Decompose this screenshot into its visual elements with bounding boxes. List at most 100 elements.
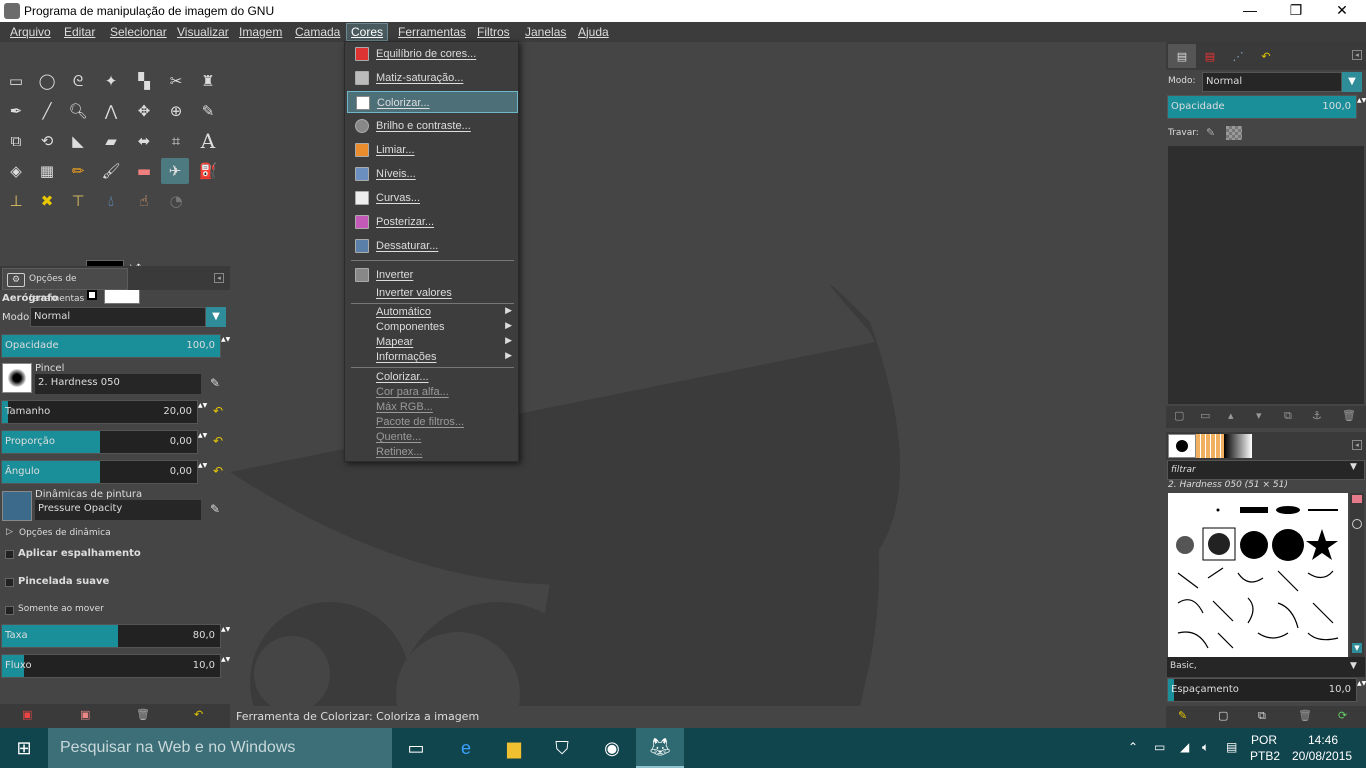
rect-select-icon[interactable]: ▭: [2, 68, 30, 94]
menu-item-brightness-contrast[interactable]: Brilho e contraste...: [347, 115, 518, 137]
angle-spin-icon[interactable]: ▲▼: [198, 460, 207, 484]
dodge-burn-icon[interactable]: ◔: [162, 188, 190, 214]
brush-preview[interactable]: [2, 363, 32, 393]
clock-time[interactable]: 14:46: [1308, 733, 1338, 747]
flow-spin-icon[interactable]: ▲▼: [221, 654, 230, 678]
tab-tool-options[interactable]: ⚙ Opções de ferramentas: [2, 268, 128, 304]
submenu-map[interactable]: Mapear ▶: [347, 335, 518, 350]
dynamics-name[interactable]: Pressure Opacity: [35, 500, 201, 520]
undo-history-tab-icon[interactable]: ↶: [1252, 44, 1280, 68]
edit-dynamics-icon[interactable]: ✎: [210, 502, 220, 516]
align-icon[interactable]: ⊕: [162, 98, 190, 124]
paths-icon[interactable]: ✒: [2, 98, 30, 124]
ratio-spin-icon[interactable]: ▲▼: [198, 430, 207, 454]
blur-icon[interactable]: 💧︎: [97, 188, 125, 214]
clock-date[interactable]: 20/08/2015: [1292, 749, 1352, 763]
gimp-taskbar-icon[interactable]: 🦊︎: [636, 728, 684, 768]
rotate-icon[interactable]: ⟲: [33, 128, 61, 154]
move-icon[interactable]: ✥: [130, 98, 158, 124]
perspective-icon[interactable]: ⬌: [130, 128, 158, 154]
input-language[interactable]: POR: [1251, 733, 1277, 747]
taskbar-search[interactable]: Pesquisar na Web e no Windows: [48, 728, 392, 768]
spacing-spin-icon[interactable]: ▲▼: [1357, 678, 1366, 702]
submenu-components[interactable]: Componentes ▶: [347, 320, 518, 335]
lower-layer-icon[interactable]: ▾: [1256, 409, 1262, 422]
minimize-button[interactable]: —: [1230, 2, 1270, 20]
refresh-brushes-icon[interactable]: ⟳: [1338, 709, 1347, 722]
patterns-tab-icon[interactable]: [1196, 434, 1224, 458]
perspective-clone-icon[interactable]: ⊤: [64, 188, 92, 214]
plugin-hot[interactable]: Quente...: [347, 430, 518, 445]
flip-icon[interactable]: ⌗: [162, 128, 190, 154]
pencil-icon[interactable]: ✏: [64, 158, 92, 184]
menu-visualizar[interactable]: Visualizar: [177, 25, 229, 39]
size-slider[interactable]: Tamanho 20,00: [1, 400, 198, 424]
keyboard-layout[interactable]: PTB2: [1250, 749, 1280, 763]
menu-ferramentas[interactable]: Ferramentas: [398, 25, 466, 39]
raise-layer-icon[interactable]: ▴: [1228, 409, 1234, 422]
angle-slider[interactable]: Ângulo 0,00: [1, 460, 198, 484]
volume-icon[interactable]: 🔈︎: [1202, 740, 1209, 755]
paintbrush-icon[interactable]: 🖌︎: [97, 158, 125, 184]
lock-alpha-icon[interactable]: [1226, 126, 1242, 140]
clone-icon[interactable]: ⊥: [2, 188, 30, 214]
free-select-icon[interactable]: ᘓ: [64, 68, 92, 94]
battery-icon[interactable]: ▭: [1154, 740, 1165, 754]
media-icon[interactable]: ◉: [588, 728, 636, 768]
edge-icon[interactable]: e: [442, 728, 490, 768]
bucket-fill-icon[interactable]: ◈: [2, 158, 30, 184]
plugin-colorize[interactable]: Colorizar...: [347, 370, 518, 385]
smooth-stroke-checkbox[interactable]: [5, 578, 14, 587]
measure-icon[interactable]: ⋀: [97, 98, 125, 124]
submenu-info[interactable]: Informações ▶: [347, 350, 518, 365]
eraser-icon[interactable]: ▬: [130, 158, 158, 184]
menu-selecionar[interactable]: Selecionar: [110, 25, 167, 39]
file-explorer-icon[interactable]: ▆: [490, 728, 538, 768]
delete-brush-icon[interactable]: 🗑︎: [1298, 709, 1312, 722]
gradients-tab-icon[interactable]: [1224, 434, 1252, 458]
crop-icon[interactable]: ⧉: [2, 128, 30, 154]
ratio-slider[interactable]: Proporção 0,00: [1, 430, 198, 454]
shear-icon[interactable]: ▰: [97, 128, 125, 154]
duplicate-brush-icon[interactable]: ⧉: [1258, 709, 1266, 723]
tag-dropdown-icon[interactable]: ▼: [1350, 661, 1357, 671]
restore-options-icon[interactable]: ▣: [80, 708, 90, 721]
layers-list[interactable]: [1168, 146, 1364, 404]
scissors-icon[interactable]: ✂: [162, 68, 190, 94]
layer-group-icon[interactable]: ▭: [1200, 409, 1210, 422]
brush-scrollbar[interactable]: ▼: [1350, 493, 1364, 657]
tab-menu-icon[interactable]: ◂: [1352, 50, 1362, 60]
motion-only-checkbox[interactable]: [5, 606, 14, 615]
menu-editar[interactable]: Editar: [64, 25, 95, 39]
opacity-spin-icon[interactable]: ▲▼: [221, 334, 230, 358]
apply-jitter-label[interactable]: Aplicar espalhamento: [18, 548, 141, 559]
action-center-icon[interactable]: ▤: [1226, 740, 1237, 754]
plugin-color-to-alpha[interactable]: Cor para alfa...: [347, 385, 518, 400]
dynamics-icon[interactable]: [2, 491, 32, 521]
menu-camada[interactable]: Camada: [295, 25, 340, 39]
brushes-tab-icon[interactable]: [1168, 434, 1196, 458]
mode-combo[interactable]: Normal: [30, 307, 206, 327]
paths-tab-icon[interactable]: ⋰: [1224, 44, 1252, 68]
duplicate-layer-icon[interactable]: ⧉: [1284, 409, 1292, 423]
save-options-icon[interactable]: ▣: [22, 708, 32, 721]
layers-opacity-slider[interactable]: Opacidade 100,0: [1167, 95, 1357, 119]
ink-bottle-icon[interactable]: ⛽: [194, 158, 222, 184]
edit-brush-footer-icon[interactable]: ✎: [1178, 709, 1187, 722]
tab-menu-icon[interactable]: ◂: [214, 273, 224, 283]
zoom-icon[interactable]: 🔍︎: [64, 98, 92, 124]
brush-tag-input[interactable]: Basic,: [1167, 657, 1365, 677]
menu-item-invert[interactable]: Inverter: [347, 264, 518, 286]
menu-arquivo[interactable]: Arquivo: [10, 25, 51, 39]
menu-ajuda[interactable]: Ajuda: [578, 25, 609, 39]
windows-start-icon[interactable]: ⊞: [0, 728, 48, 768]
layers-mode-combo[interactable]: Normal: [1202, 72, 1342, 92]
menu-imagem[interactable]: Imagem: [239, 25, 282, 39]
fuzzy-select-icon[interactable]: ✦: [97, 68, 125, 94]
menu-item-invert-values[interactable]: Inverter valores: [347, 284, 518, 302]
tab-menu-icon[interactable]: ◂: [1352, 440, 1362, 450]
reset-options-icon[interactable]: ↶: [194, 708, 203, 721]
brush-name[interactable]: 2. Hardness 050: [35, 374, 201, 394]
reset-size-icon[interactable]: ↶: [210, 404, 226, 420]
expand-arrow-icon[interactable]: ▷: [6, 527, 13, 537]
